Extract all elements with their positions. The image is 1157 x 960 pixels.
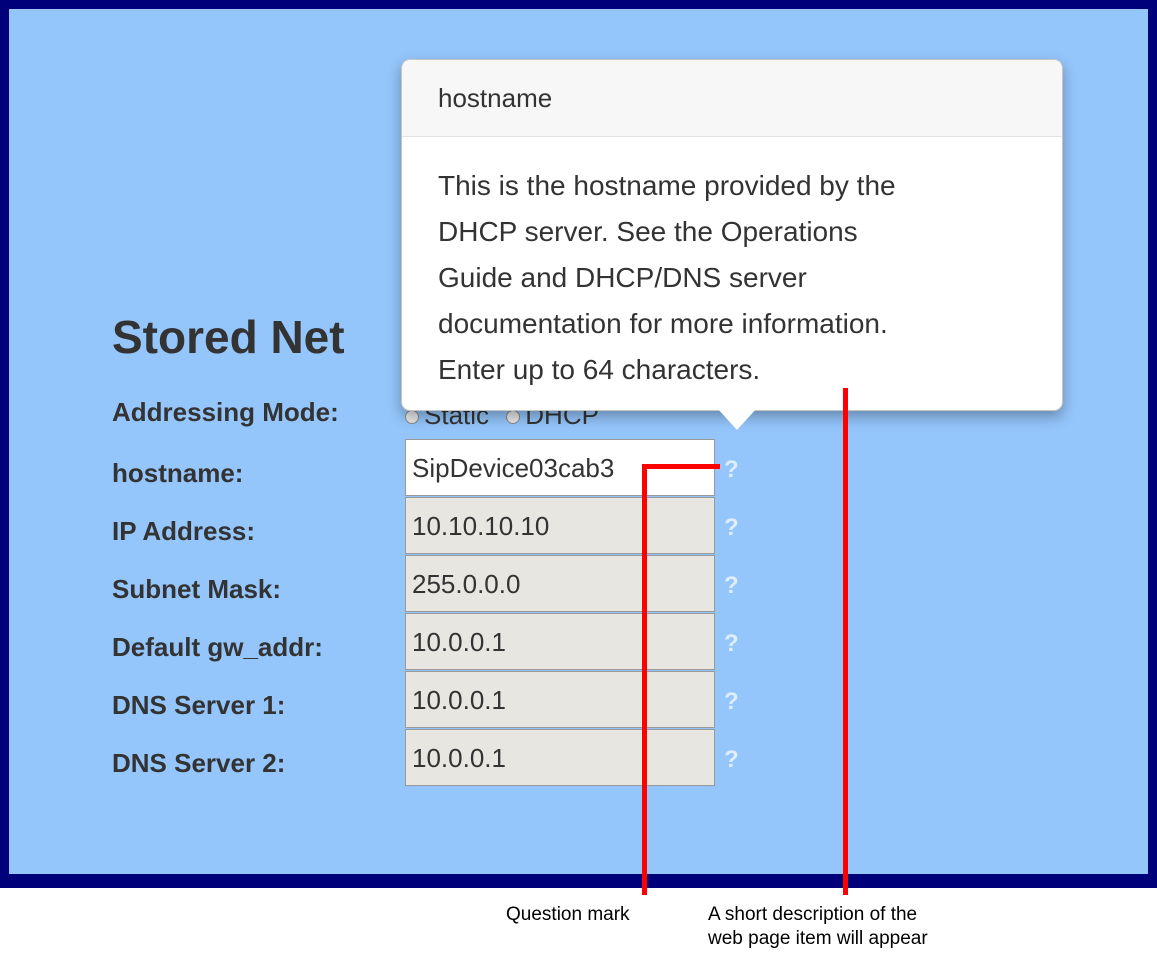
dns-server-2-help-icon[interactable]: ? bbox=[724, 746, 739, 774]
dhcp-radio[interactable] bbox=[506, 410, 521, 425]
ip-address-help-icon[interactable]: ? bbox=[724, 514, 739, 542]
dns-server-1-label: DNS Server 1: bbox=[112, 690, 286, 720]
popover-body-line: documentation for more information. bbox=[438, 308, 888, 339]
question-mark-caption: Question mark bbox=[506, 904, 630, 925]
default-gateway-input[interactable]: 10.0.0.1 bbox=[405, 613, 715, 670]
dns-server-1-input[interactable]: 10.0.0.1 bbox=[405, 671, 715, 728]
hostname-help-icon[interactable]: ? bbox=[724, 456, 739, 484]
dns-server-2-label: DNS Server 2: bbox=[112, 748, 286, 778]
dns-server-2-input[interactable]: 10.0.0.1 bbox=[405, 729, 715, 786]
question-mark-callout-vertical bbox=[642, 464, 647, 895]
hostname-help-popover: hostname This is the hostname provided b… bbox=[401, 59, 1063, 411]
dns-server-1-help-icon[interactable]: ? bbox=[724, 688, 739, 716]
section-title: Stored Net bbox=[112, 311, 345, 363]
popover-body-line: Enter up to 64 characters. bbox=[438, 354, 761, 385]
description-caption: A short description of the web page item… bbox=[708, 903, 928, 951]
subnet-mask-label: Subnet Mask: bbox=[112, 574, 282, 604]
subnet-mask-help-icon[interactable]: ? bbox=[724, 572, 739, 600]
default-gateway-label: Default gw_addr: bbox=[112, 632, 323, 662]
description-caption-line: A short description of the bbox=[708, 904, 918, 925]
ip-address-input[interactable]: 10.10.10.10 bbox=[405, 497, 715, 554]
default-gateway-help-icon[interactable]: ? bbox=[724, 630, 739, 658]
hostname-label: hostname: bbox=[112, 458, 244, 488]
ip-address-label: IP Address: bbox=[112, 516, 256, 546]
subnet-mask-input[interactable]: 255.0.0.0 bbox=[405, 555, 715, 612]
description-callout-vertical bbox=[843, 388, 848, 895]
popover-body: This is the hostname provided by the DHC… bbox=[402, 137, 1062, 393]
description-caption-line: web page item will appear bbox=[708, 928, 928, 949]
popover-title: hostname bbox=[402, 60, 1062, 137]
question-mark-callout-horizontal bbox=[642, 464, 720, 469]
addressing-mode-label: Addressing Mode: bbox=[112, 397, 339, 427]
popover-arrow bbox=[717, 408, 757, 430]
popover-body-line: Guide and DHCP/DNS server bbox=[438, 262, 807, 293]
popover-body-line: This is the hostname provided by the bbox=[438, 170, 896, 201]
static-radio[interactable] bbox=[405, 410, 419, 425]
popover-body-line: DHCP server. See the Operations bbox=[438, 216, 858, 247]
